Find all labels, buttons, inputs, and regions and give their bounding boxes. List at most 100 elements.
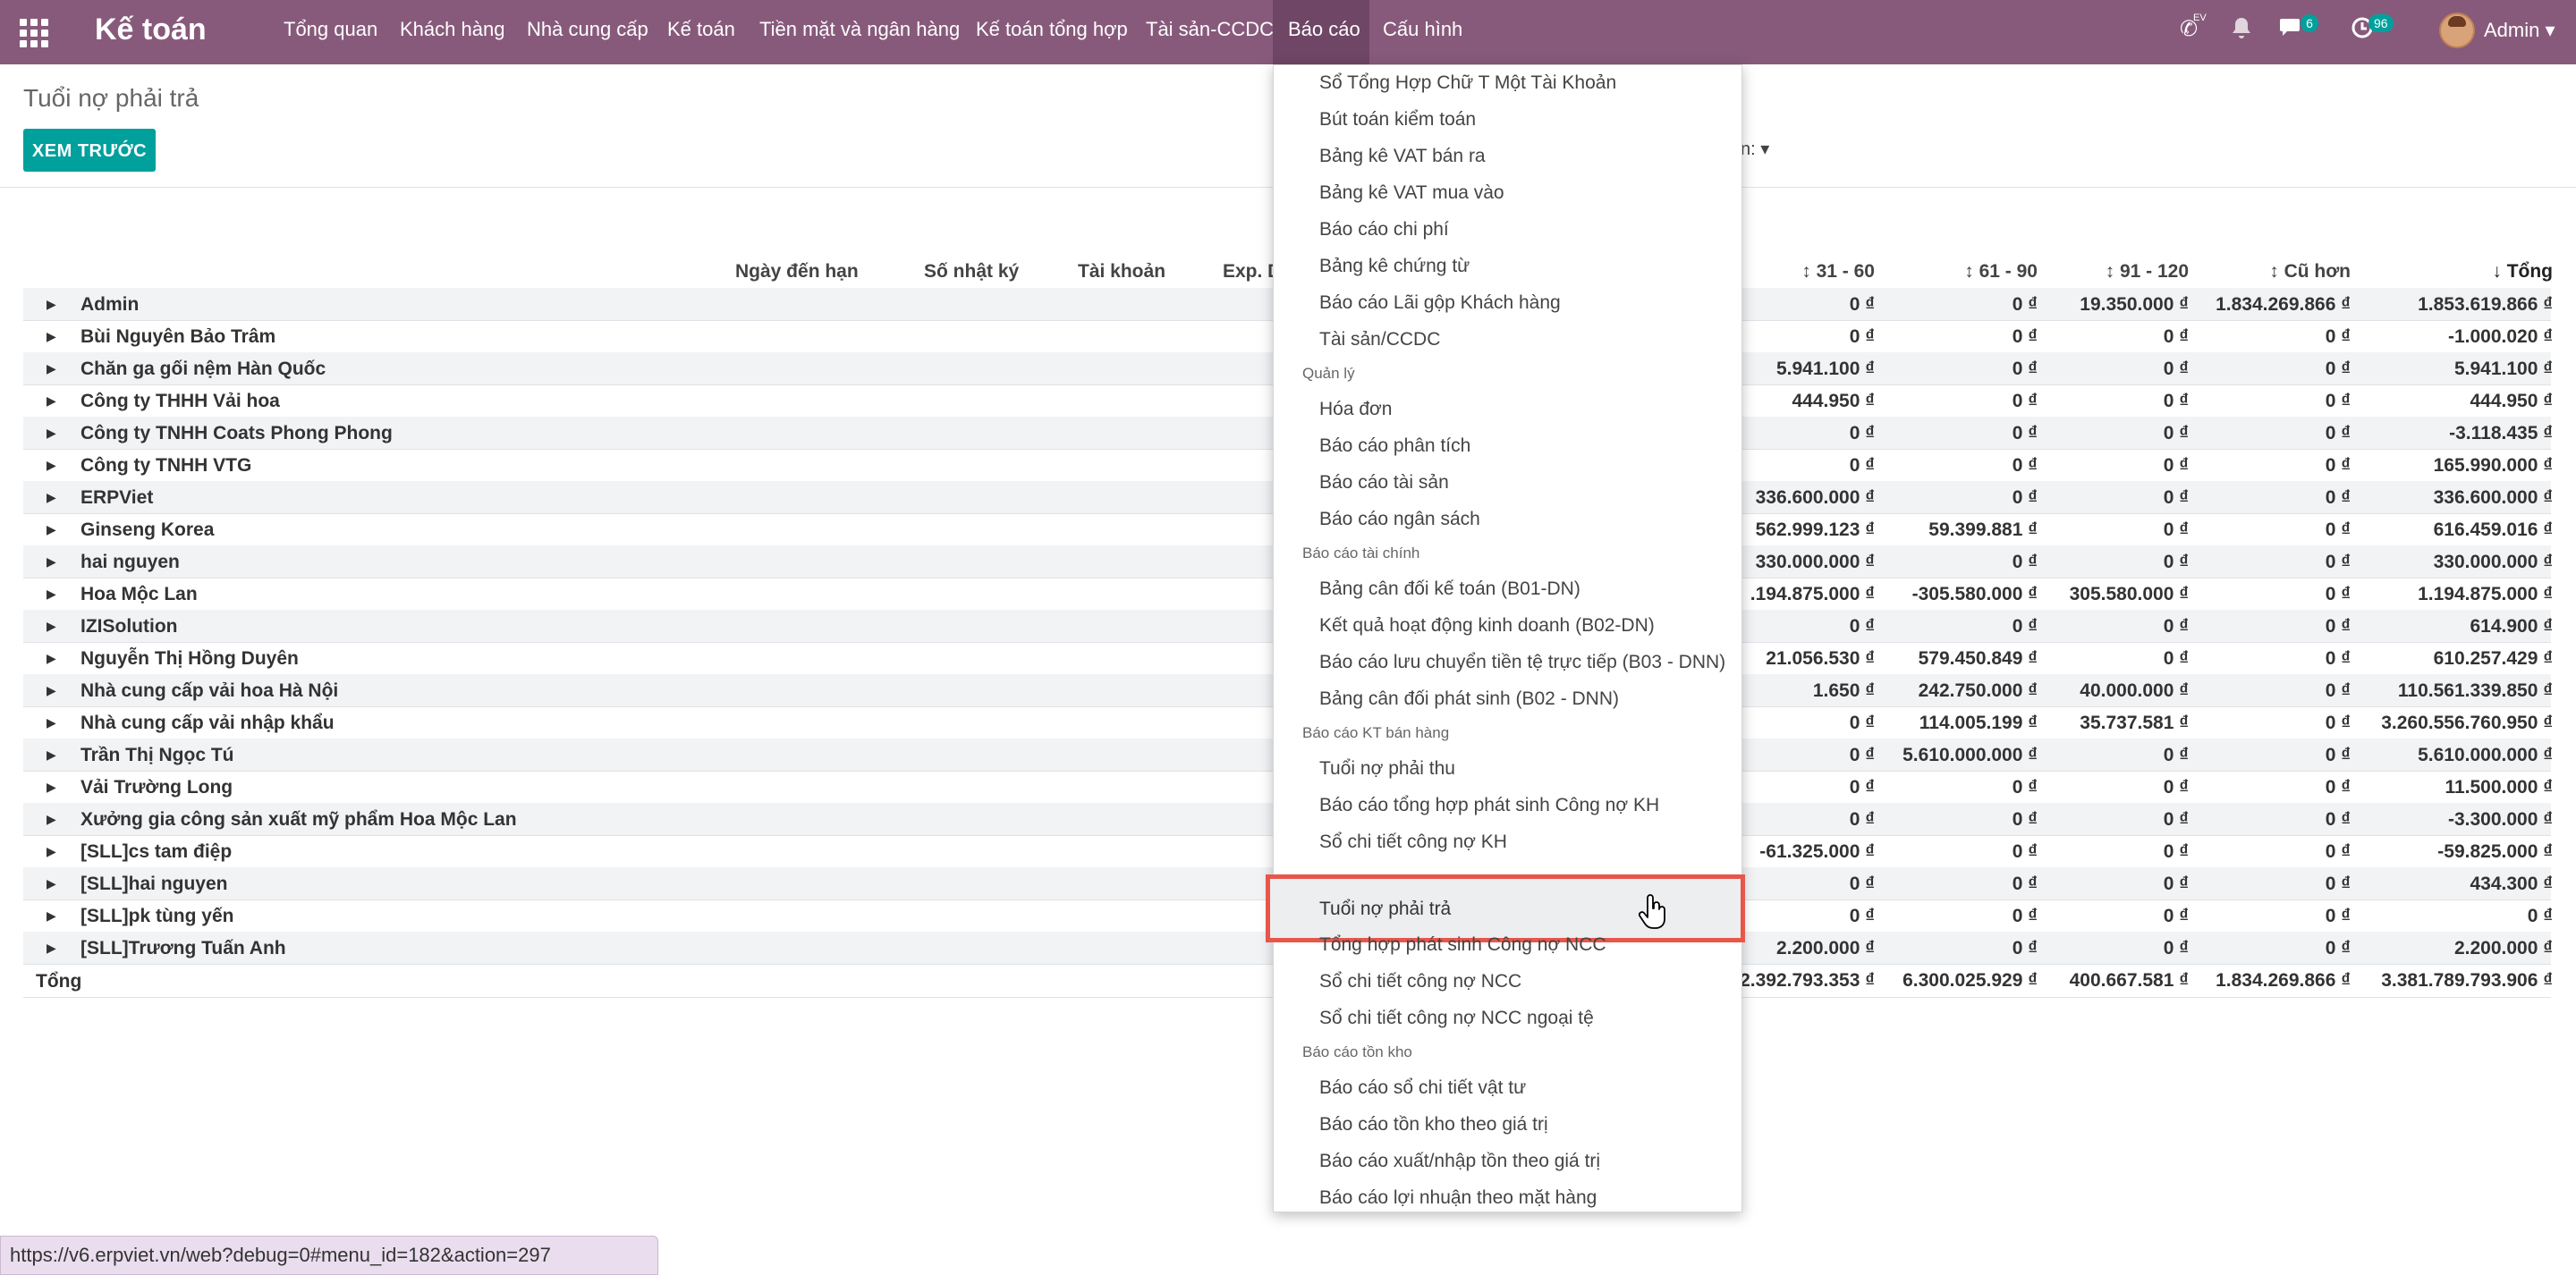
expand-caret-icon[interactable]: ▶: [47, 651, 56, 666]
menu-tien-mat-ngan-hang[interactable]: Tiền mặt và ngân hàng: [759, 18, 960, 41]
dropdown-menu-item[interactable]: Kết quả hoạt động kinh doanh (B02-DN): [1319, 615, 1655, 637]
dropdown-menu-item[interactable]: Hóa đơn: [1319, 399, 1393, 420]
cell-total: 11.500.000 ₫: [2445, 777, 2553, 798]
dropdown-menu-item[interactable]: Báo cáo lợi nhuận theo mặt hàng: [1319, 1187, 1597, 1209]
expand-caret-icon[interactable]: ▶: [47, 780, 56, 795]
filter-dropdown[interactable]: n: ▾: [1741, 138, 1769, 160]
expand-caret-icon[interactable]: ▶: [47, 554, 56, 570]
dropdown-menu-item[interactable]: Sổ chi tiết công nợ NCC ngoại tệ: [1319, 1008, 1594, 1029]
cell-c1: 444.950 ₫: [1792, 391, 1875, 411]
dropdown-menu-item[interactable]: Bảng kê chứng từ: [1319, 256, 1470, 277]
dropdown-menu-item[interactable]: Tuổi nợ phải thu: [1319, 758, 1455, 780]
dropdown-menu-item[interactable]: Báo cáo chi phí: [1319, 219, 1449, 241]
cell-c3: 0 ₫: [2163, 455, 2189, 476]
partner-name: Công ty TNHH Coats Phong Phong: [80, 423, 393, 443]
expand-caret-icon[interactable]: ▶: [47, 876, 56, 891]
expand-caret-icon[interactable]: ▶: [47, 458, 56, 473]
dropdown-menu-item[interactable]: Sổ chi tiết công nợ NCC: [1319, 971, 1521, 992]
expand-caret-icon[interactable]: ▶: [47, 747, 56, 763]
col-31-60-header[interactable]: ↕ 31 - 60: [1801, 261, 1875, 283]
preview-button[interactable]: XEM TRƯỚC: [23, 129, 156, 172]
dropdown-menu-item[interactable]: Báo cáo tài sản: [1319, 472, 1449, 494]
dropdown-menu-item[interactable]: Tài sản/CCDC: [1319, 329, 1440, 350]
col-account-header[interactable]: Tài khoản: [1078, 261, 1165, 283]
menu-ke-toan[interactable]: Kế toán: [667, 18, 735, 41]
cell-total: 614.900 ₫: [2470, 616, 2553, 637]
cell-total: -59.825.000 ₫: [2437, 841, 2553, 862]
dropdown-menu-item[interactable]: Báo cáo sổ chi tiết vật tư: [1319, 1077, 1526, 1099]
dropdown-menu-item[interactable]: Bảng kê VAT bán ra: [1319, 146, 1486, 167]
expand-caret-icon[interactable]: ▶: [47, 361, 56, 376]
cell-total: -3.300.000 ₫: [2447, 809, 2553, 830]
expand-caret-icon[interactable]: ▶: [47, 297, 56, 312]
cell-c1: 21.056.530 ₫: [1766, 648, 1875, 669]
cell-total: -1.000.020 ₫: [2447, 326, 2553, 347]
cell-c4: 0 ₫: [2325, 616, 2351, 637]
dropdown-menu-item[interactable]: Tổng hợp phát sinh Công nợ NCC: [1319, 934, 1606, 956]
user-avatar[interactable]: [2439, 13, 2475, 48]
dropdown-menu-item[interactable]: Bảng kê VAT mua vào: [1319, 182, 1504, 204]
expand-caret-icon[interactable]: ▶: [47, 715, 56, 730]
dropdown-menu-item[interactable]: Sổ Tổng Hợp Chữ T Một Tài Khoản: [1319, 72, 1616, 94]
expand-caret-icon[interactable]: ▶: [47, 393, 56, 409]
col-61-90-header[interactable]: ↕ 61 - 90: [1964, 261, 2038, 283]
cell-c4: 0 ₫: [2325, 326, 2351, 347]
hand-cursor-icon: [1639, 894, 1665, 929]
dropdown-menu-item[interactable]: Báo cáo xuất/nhập tồn theo giá trị: [1319, 1151, 1600, 1172]
dropdown-menu-item[interactable]: Báo cáo tổng hợp phát sinh Công nợ KH: [1319, 795, 1659, 816]
dropdown-menu-item[interactable]: Bút toán kiểm toán: [1319, 109, 1476, 131]
dropdown-menu-item[interactable]: Báo cáo lưu chuyển tiền tệ trực tiếp (B0…: [1319, 652, 1725, 673]
cell-total: 5.610.000.000 ₫: [2418, 745, 2553, 765]
dropdown-menu-item[interactable]: Báo cáo ngân sách: [1319, 509, 1480, 530]
dropdown-menu-item[interactable]: Báo cáo Lãi gộp Khách hàng: [1319, 292, 1561, 314]
cell-c2: 0 ₫: [2012, 423, 2038, 443]
page-title: Tuổi nợ phải trả: [23, 84, 199, 112]
partner-name: ERPViet: [80, 487, 154, 508]
bell-icon[interactable]: [2231, 16, 2252, 47]
dropdown-menu-item[interactable]: Báo cáo phân tích: [1319, 435, 1470, 457]
dropdown-menu-item[interactable]: Báo cáo tồn kho theo giá trị: [1319, 1114, 1548, 1136]
cell-c4: 0 ₫: [2325, 777, 2351, 798]
apps-grid-icon[interactable]: [20, 19, 48, 47]
partner-name: Ginseng Korea: [80, 519, 215, 540]
menu-ke-toan-tong-hop[interactable]: Kế toán tổng hợp: [976, 18, 1128, 41]
dropdown-menu-item[interactable]: Bảng cân đối phát sinh (B02 - DNN): [1319, 688, 1619, 710]
expand-caret-icon[interactable]: ▶: [47, 426, 56, 441]
cell-total: 1.853.619.866 ₫: [2418, 294, 2553, 315]
expand-caret-icon[interactable]: ▶: [47, 490, 56, 505]
expand-caret-icon[interactable]: ▶: [47, 683, 56, 698]
cell-c1: 0 ₫: [1849, 874, 1875, 894]
menu-tai-san-ccdc[interactable]: Tài sản-CCDC: [1146, 18, 1274, 41]
expand-caret-icon[interactable]: ▶: [47, 844, 56, 859]
menu-cau-hinh[interactable]: Cấu hình: [1383, 18, 1462, 41]
col-older-header[interactable]: ↕ Cũ hơn: [2269, 261, 2351, 283]
expand-caret-icon[interactable]: ▶: [47, 522, 56, 537]
expand-caret-icon[interactable]: ▶: [47, 329, 56, 344]
dropdown-menu-item[interactable]: Tuổi nợ phải trả: [1319, 899, 1451, 920]
cell-c3: 0 ₫: [2163, 874, 2189, 894]
cell-c4: 0 ₫: [2325, 487, 2351, 508]
menu-bao-cao[interactable]: Báo cáo: [1288, 18, 1360, 41]
col-due-date-header[interactable]: Ngày đến hạn: [735, 261, 859, 283]
expand-caret-icon[interactable]: ▶: [47, 908, 56, 924]
expand-caret-icon[interactable]: ▶: [47, 812, 56, 827]
dropdown-section-header: Báo cáo KT bán hàng: [1302, 724, 1450, 741]
expand-caret-icon[interactable]: ▶: [47, 587, 56, 602]
menu-nha-cung-cap[interactable]: Nhà cung cấp: [527, 18, 648, 41]
menu-tong-quan[interactable]: Tổng quan: [284, 18, 377, 41]
partner-name: Admin: [80, 294, 140, 315]
col-91-120-header[interactable]: ↕ 91 - 120: [2106, 261, 2189, 283]
menu-khach-hang[interactable]: Khách hàng: [400, 18, 504, 41]
cell-c4: 0 ₫: [2325, 359, 2351, 379]
dropdown-menu-item[interactable]: Sổ chi tiết công nợ KH: [1319, 832, 1507, 853]
cell-c3: 0 ₫: [2163, 841, 2189, 862]
expand-caret-icon[interactable]: ▶: [47, 941, 56, 956]
expand-caret-icon[interactable]: ▶: [47, 619, 56, 634]
cell-c4: 0 ₫: [2325, 938, 2351, 958]
user-menu[interactable]: Admin ▾: [2484, 19, 2555, 42]
col-journal-header[interactable]: Số nhật ký: [924, 261, 1019, 283]
dropdown-menu-item[interactable]: Bảng cân đối kế toán (B01-DN): [1319, 578, 1580, 600]
cell-c1: 0 ₫: [1849, 809, 1875, 830]
partner-name: [SLL]pk tùng yến: [80, 906, 234, 926]
col-total-header[interactable]: ↓ Tổng: [2492, 261, 2553, 283]
